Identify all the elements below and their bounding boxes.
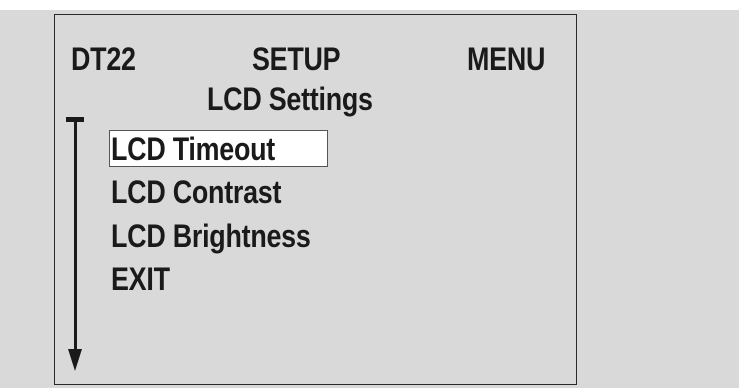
screen-title: SETUP (252, 41, 341, 77)
lcd-screen: DT22 SETUP MENU LCD Settings LCD Timeout… (54, 14, 577, 385)
menu-item-label: LCD Timeout (111, 131, 275, 167)
device-model-label: DT22 (71, 41, 136, 77)
scroll-indicator-arrowhead (68, 349, 82, 371)
scroll-indicator-line (73, 121, 77, 355)
submenu-title: LCD Settings (207, 81, 373, 117)
menu-item-label: LCD Contrast (111, 174, 282, 210)
scroll-down-arrow-icon (65, 117, 85, 373)
menu-item-lcd-contrast[interactable]: LCD Contrast (107, 172, 347, 212)
menu-item-lcd-brightness[interactable]: LCD Brightness (107, 216, 347, 256)
menu-item-lcd-timeout[interactable]: LCD Timeout (107, 129, 347, 169)
menu-item-exit[interactable]: EXIT (107, 259, 347, 299)
menu-item-label: EXIT (111, 261, 170, 297)
menu-item-label: LCD Brightness (111, 218, 311, 254)
screen-type-label: MENU (467, 41, 546, 77)
device-display-figure: DT22 SETUP MENU LCD Settings LCD Timeout… (0, 0, 739, 388)
